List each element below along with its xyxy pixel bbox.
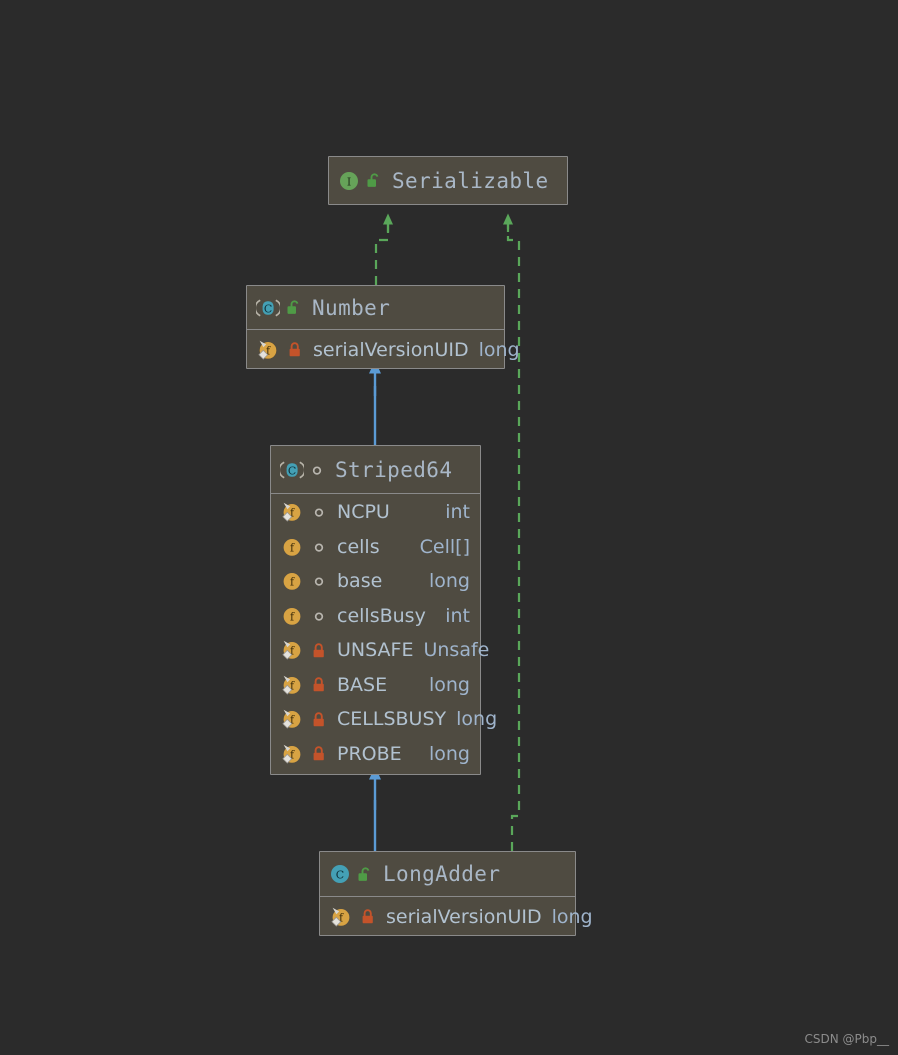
member-type: long	[551, 905, 593, 928]
lock-private-icon	[312, 711, 326, 728]
member-name: cells	[337, 535, 380, 558]
member-type: long	[428, 742, 470, 765]
member-name: cellsBusy	[337, 604, 426, 627]
lock-private-icon	[312, 745, 326, 762]
svg-text:C: C	[336, 868, 344, 881]
class-name-striped64: Striped64	[335, 457, 453, 482]
member-row[interactable]: f NCPU int	[271, 495, 480, 530]
class-node-number[interactable]: C Number f serialVersionUID long	[246, 285, 520, 370]
class-name-longadder: LongAdder	[383, 862, 501, 886]
class-header-serializable: I Serializable	[329, 157, 567, 204]
abstract-class-icon: C	[280, 459, 304, 481]
member-type: Unsafe	[423, 639, 490, 662]
member-row[interactable]: f PROBE long	[271, 737, 480, 772]
lock-private-icon	[288, 341, 302, 358]
edge-number-to-serializable	[374, 213, 393, 285]
class-name-number: Number	[312, 295, 391, 320]
class-icon: C	[329, 863, 351, 885]
class-header-number: C Number	[247, 286, 504, 329]
lock-private-icon	[361, 908, 375, 925]
svg-text:C: C	[264, 302, 272, 315]
diagram-canvas: I Serializable C Number f serialVersionU…	[0, 0, 898, 1055]
unlock-public-icon	[357, 866, 372, 883]
edge-longadder-to-serializable	[503, 213, 521, 851]
class-name-serializable: Serializable	[392, 168, 549, 193]
field-icon: f	[280, 536, 304, 558]
member-type: long	[428, 673, 470, 696]
member-type: long	[428, 570, 470, 593]
static-final-field-icon: f	[280, 639, 304, 661]
class-node-striped64[interactable]: C Striped64 f NCPU int f cells Cell[] f …	[270, 445, 497, 775]
static-final-field-icon: f	[256, 339, 280, 361]
static-final-field-icon: f	[329, 906, 353, 928]
lock-private-icon	[312, 676, 326, 693]
unlock-public-icon	[286, 299, 301, 316]
member-type: int	[445, 604, 470, 627]
member-row[interactable]: f base long	[271, 564, 480, 599]
member-name: NCPU	[337, 501, 390, 524]
member-name: serialVersionUID	[313, 338, 469, 361]
member-row[interactable]: f cells Cell[]	[271, 530, 480, 565]
member-name: BASE	[337, 673, 388, 696]
circle-package-private-icon	[312, 573, 326, 589]
static-final-field-icon: f	[280, 743, 304, 765]
circle-package-private-icon	[310, 462, 324, 478]
member-name: UNSAFE	[337, 639, 414, 662]
member-name: CELLSBUSY	[337, 708, 447, 731]
member-type: long	[478, 338, 520, 361]
class-header-longadder: C LongAdder	[320, 852, 575, 896]
member-name: base	[337, 570, 383, 593]
static-final-field-icon: f	[280, 674, 304, 696]
svg-text:I: I	[347, 175, 351, 188]
member-row[interactable]: f serialVersionUID long	[247, 331, 520, 368]
circle-package-private-icon	[312, 539, 326, 555]
member-type: long	[456, 708, 498, 731]
member-name: serialVersionUID	[386, 905, 542, 928]
watermark-text: CSDN @Pbp__	[804, 1032, 890, 1046]
member-list-striped64: f NCPU int f cells Cell[] f base long f …	[271, 494, 497, 773]
member-row[interactable]: f serialVersionUID long	[320, 898, 593, 935]
circle-package-private-icon	[312, 608, 326, 624]
abstract-class-icon: C	[256, 297, 280, 319]
member-type: int	[445, 501, 470, 524]
member-row[interactable]: f CELLSBUSY long	[271, 702, 497, 737]
class-node-longadder[interactable]: C LongAdder f serialVersionUID long	[319, 851, 593, 937]
field-icon: f	[280, 605, 304, 627]
static-final-field-icon: f	[280, 501, 304, 523]
member-name: PROBE	[337, 742, 402, 765]
field-icon: f	[280, 570, 304, 592]
lock-private-icon	[312, 642, 326, 659]
member-row[interactable]: f cellsBusy int	[271, 599, 480, 634]
class-header-striped64: C Striped64	[271, 446, 480, 493]
member-type: Cell[]	[419, 535, 470, 558]
class-node-serializable[interactable]: I Serializable	[328, 156, 568, 205]
member-list-longadder: f serialVersionUID long	[320, 897, 593, 937]
member-list-number: f serialVersionUID long	[247, 330, 520, 370]
circle-package-private-icon	[312, 504, 326, 520]
interface-icon: I	[338, 170, 360, 192]
member-row[interactable]: f BASE long	[271, 668, 480, 703]
svg-text:C: C	[288, 464, 296, 477]
unlock-public-icon	[366, 172, 381, 189]
static-final-field-icon: f	[280, 708, 304, 730]
member-row[interactable]: f UNSAFE Unsafe	[271, 633, 489, 668]
